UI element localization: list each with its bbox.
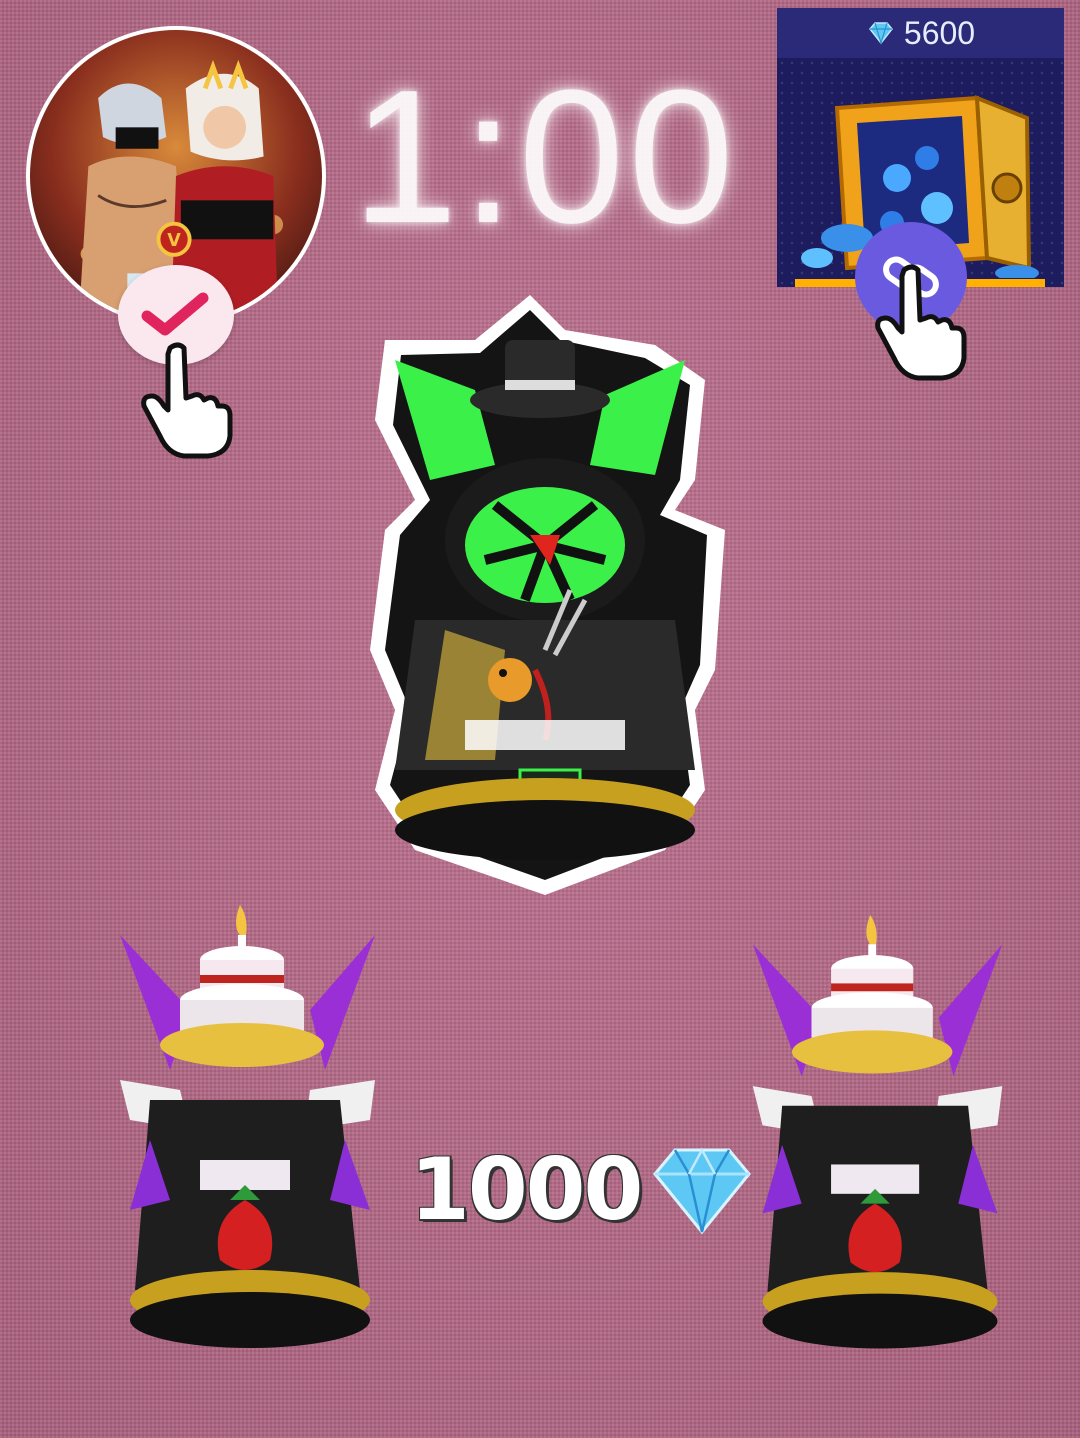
price-tag: 1000 [410, 1140, 755, 1240]
gem-balance-bar: 5600 [777, 8, 1064, 58]
diamond-icon [653, 1147, 752, 1235]
check-icon [141, 292, 209, 336]
countdown-timer: 1:00 [352, 51, 738, 263]
hand-pointer-icon [141, 342, 233, 459]
price-value: 1000 [410, 1140, 643, 1240]
diamond-icon [868, 22, 893, 45]
gem-count: 5600 [903, 14, 976, 51]
svg-text:V: V [167, 231, 181, 251]
hand-pointer-icon [875, 264, 967, 381]
cake-emote-figure-right [752, 914, 1003, 1349]
featured-emote-figure[interactable] [355, 290, 735, 900]
cake-emote-figure-left [120, 905, 375, 1348]
